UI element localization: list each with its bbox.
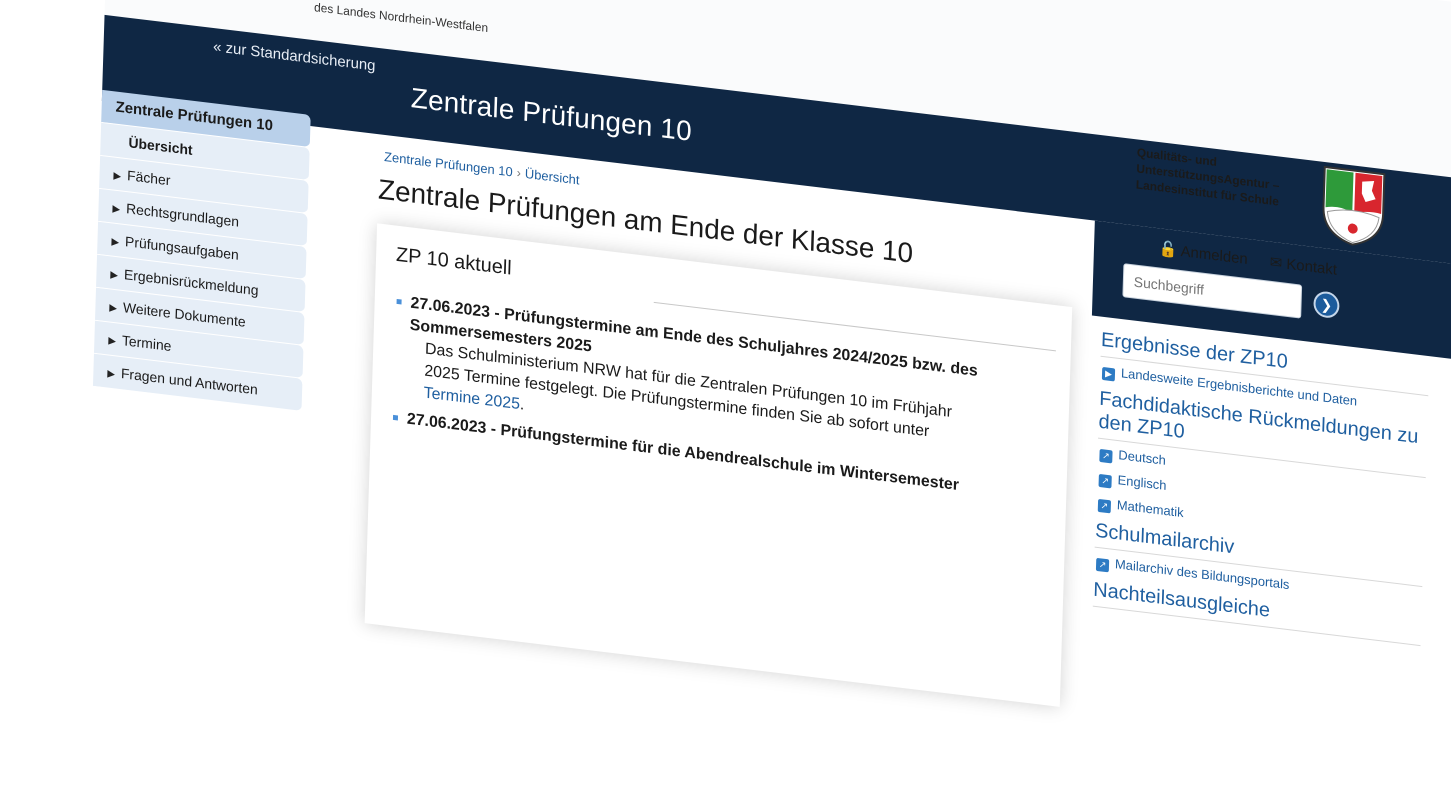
caret-right-icon: ▶ xyxy=(111,236,120,249)
external-link-icon: ↗ xyxy=(1095,557,1110,573)
right-column: Ergebnisse der ZP10 ▶ Landesweite Ergebni… xyxy=(1092,321,1430,650)
bullet-icon xyxy=(396,298,402,305)
external-link-icon: ↗ xyxy=(1098,473,1112,489)
chevron-right-icon: ❯ xyxy=(1320,295,1333,314)
caret-right-icon: ▶ xyxy=(113,170,122,183)
breadcrumb-separator: › xyxy=(516,164,522,181)
caret-right-icon: ▶ xyxy=(110,269,119,282)
sidebar-nav: Zentrale Prüfungen 10 Übersicht ▶ Fächer … xyxy=(92,89,311,412)
envelope-icon: ✉ xyxy=(1269,253,1283,273)
play-icon: ▶ xyxy=(1101,366,1116,382)
breadcrumb-link-zentrale-pruefungen-10[interactable]: Zentrale Prüfungen 10 xyxy=(384,149,513,179)
caret-right-icon: ▶ xyxy=(107,368,116,381)
breadcrumb-link-uebersicht[interactable]: Übersicht xyxy=(525,166,580,188)
nrw-crest-icon xyxy=(1322,165,1386,246)
caret-right-icon: ▶ xyxy=(109,302,118,315)
caret-right-icon: ▶ xyxy=(108,335,117,348)
caret-right-icon: ▶ xyxy=(112,203,121,216)
bullet-icon xyxy=(392,414,399,421)
external-link-icon: ↗ xyxy=(1099,448,1113,464)
external-link-icon: ↗ xyxy=(1097,498,1112,514)
page: des Landes Nordrhein-Westfalen « zur Sta… xyxy=(86,0,1451,787)
lock-icon: 🔓 xyxy=(1158,240,1178,260)
